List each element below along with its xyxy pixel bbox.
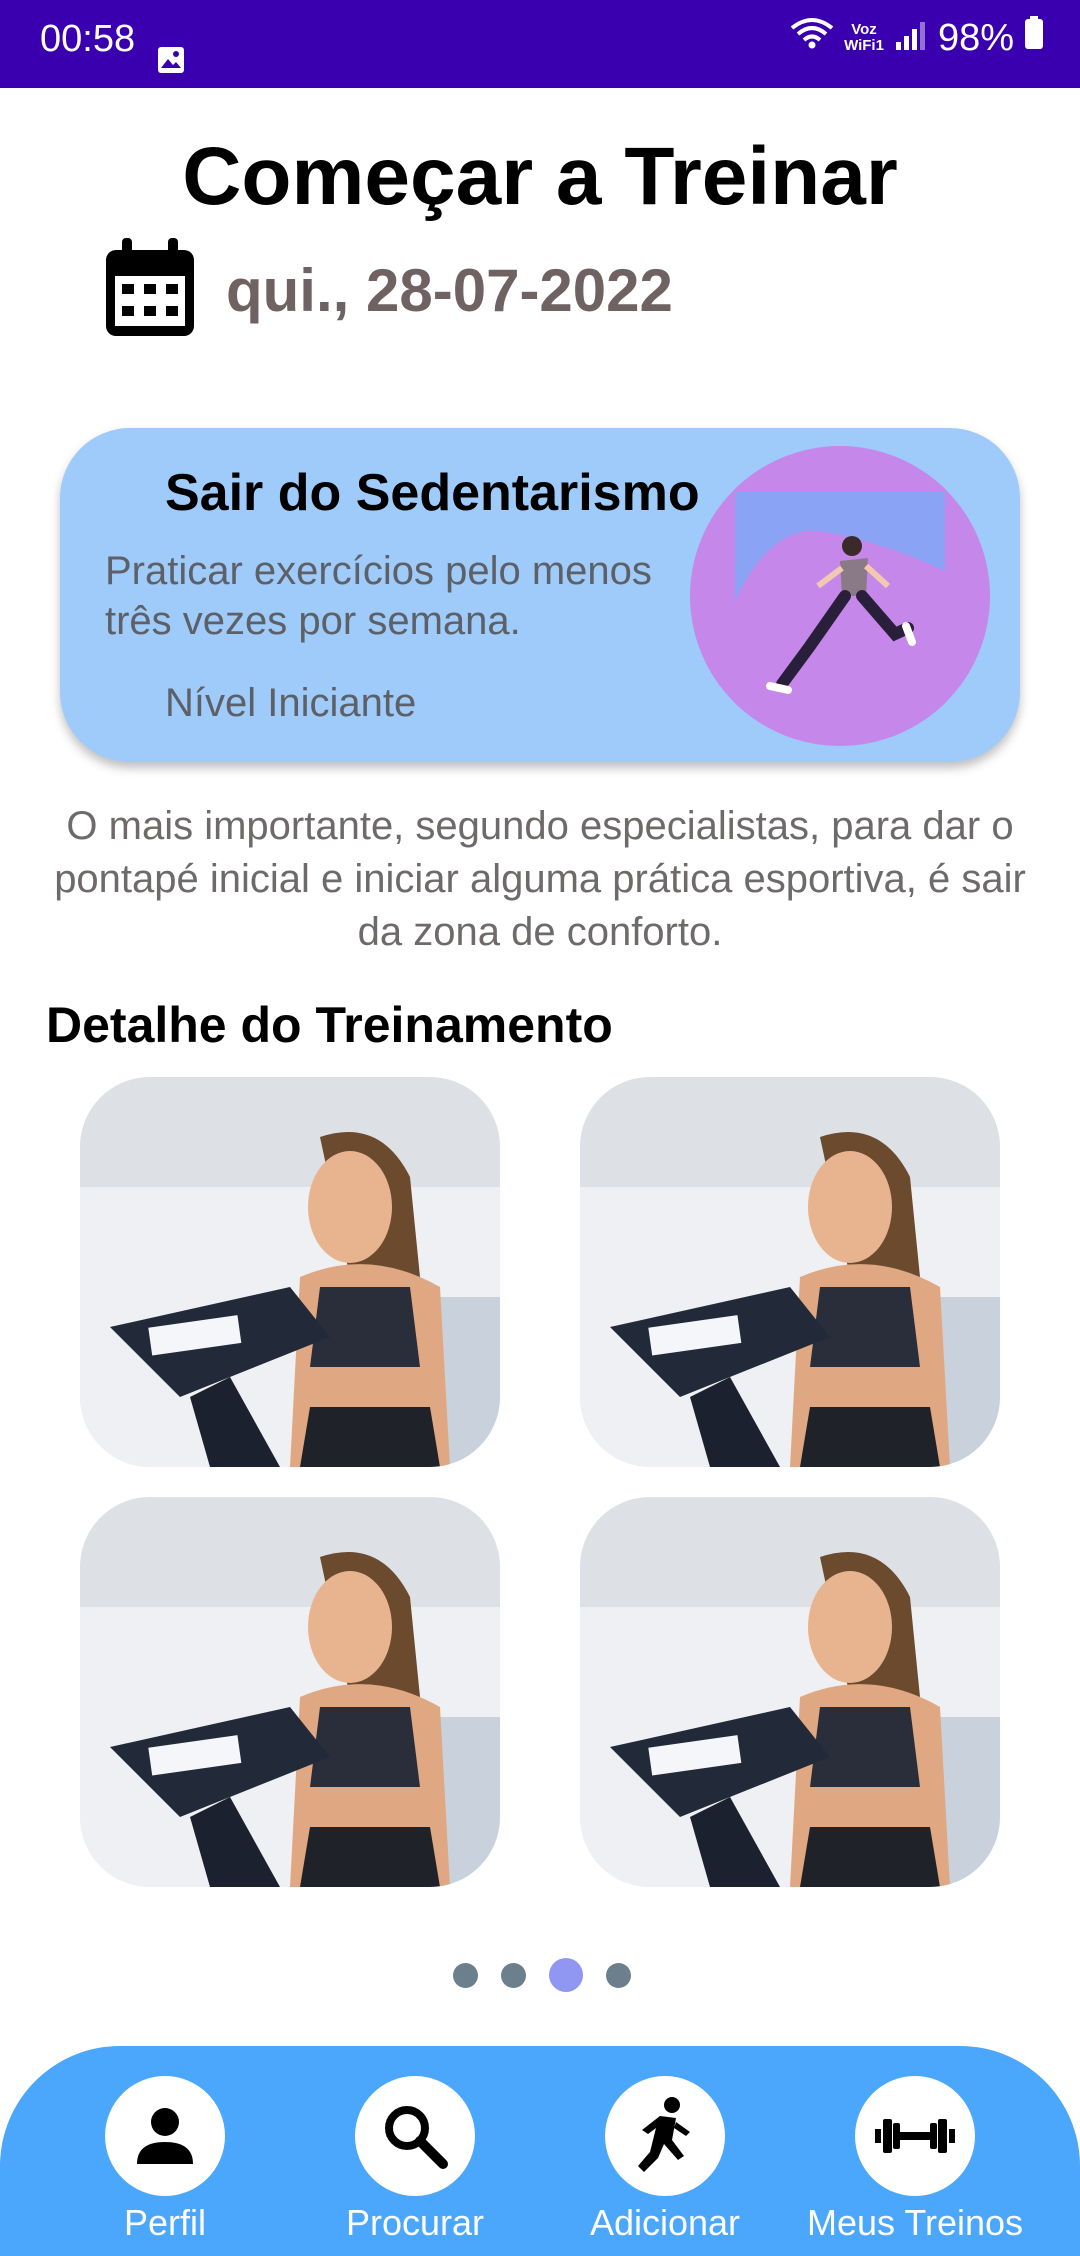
nav-adicionar[interactable]: Adicionar (545, 2076, 785, 2244)
card-description: Praticar exercícios pelo menos três veze… (105, 549, 652, 643)
training-photo[interactable] (80, 1497, 500, 1887)
intro-text: O mais importante, segundo especialistas… (54, 804, 1026, 954)
page-indicator (453, 1958, 631, 1992)
current-date: qui., 28-07-2022 (226, 256, 673, 324)
training-photo[interactable] (580, 1077, 1000, 1467)
gallery-notification-icon (157, 46, 185, 79)
nav-label: Procurar (345, 2202, 485, 2243)
training-photo[interactable] (580, 1497, 1000, 1887)
treadmill-woman-image (580, 1077, 1000, 1467)
treadmill-woman-image (80, 1077, 500, 1467)
status-time: 00:58 (40, 18, 136, 60)
card-title: Sair do Sedentarismo (165, 464, 700, 522)
running-icon[interactable] (605, 2076, 725, 2196)
bottom-navigation: Perfil Procurar Adicionar Meus Treinos (0, 2046, 1080, 2256)
nav-label: Adicionar (589, 2202, 741, 2243)
training-photo[interactable] (80, 1077, 500, 1467)
card-level: Nível Iniciante (165, 681, 417, 725)
status-bar: 00:58 Voz WiFi1 98% (0, 0, 1080, 88)
nav-perfil[interactable]: Perfil (45, 2076, 285, 2244)
battery-percent: 98% (937, 16, 1014, 59)
page-dot[interactable] (501, 1962, 526, 1988)
person-icon[interactable] (105, 2076, 225, 2196)
page-title: Começar a Treinar (182, 131, 898, 222)
treadmill-woman-image (580, 1497, 1000, 1887)
search-icon[interactable] (355, 2076, 475, 2196)
section-title: Detalhe do Treinamento (46, 997, 613, 1053)
page-dot-active[interactable] (549, 1958, 583, 1992)
wifi-icon (790, 16, 834, 60)
runner-illustration (690, 446, 990, 746)
dumbbell-icon[interactable] (855, 2076, 975, 2196)
calendar-icon (102, 237, 198, 343)
signal-icon (894, 17, 928, 60)
nav-meus-treinos[interactable]: Meus Treinos (795, 2076, 1035, 2244)
page-dot[interactable] (453, 1962, 478, 1988)
page-dot[interactable] (606, 1962, 631, 1988)
nav-label: Perfil (123, 2202, 207, 2243)
nav-label: Meus Treinos (806, 2202, 1024, 2243)
date-row: qui., 28-07-2022 (102, 237, 673, 343)
treadmill-woman-image (80, 1497, 500, 1887)
nav-procurar[interactable]: Procurar (295, 2076, 535, 2244)
training-card[interactable]: Sair do Sedentarismo Praticar exercícios… (60, 428, 1020, 762)
battery-icon (1024, 16, 1044, 60)
volte-wifi-indicator: Voz WiFi1 (844, 21, 884, 54)
